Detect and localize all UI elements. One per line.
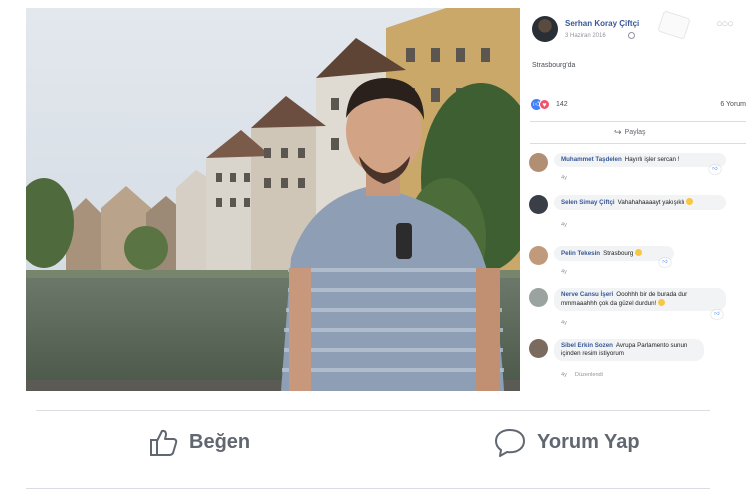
post-header: Serhan Koray Çiftçi 3 Haziran 2016 ○○○	[532, 10, 747, 48]
like-reaction-icon[interactable]: 👍︎	[711, 310, 723, 319]
comment-meta: 4y	[561, 175, 575, 181]
more-options-icon[interactable]: ○○○	[716, 18, 734, 30]
share-label: Paylaş	[624, 129, 646, 136]
comment-author[interactable]: Nerve Cansu İşeri	[561, 291, 613, 298]
like-reaction-icon[interactable]: 👍︎	[659, 258, 671, 267]
globe-icon	[628, 32, 635, 39]
commenter-avatar[interactable]	[529, 288, 548, 307]
post-photo[interactable]	[26, 8, 520, 391]
comment-bubble: Sibel Erkin Sozen Avrupa Parlamento sunun…	[554, 339, 704, 361]
comment-author[interactable]: Selen Simay Çiftçi	[561, 199, 615, 206]
divider	[530, 143, 746, 144]
post-date[interactable]: 3 Haziran 2016	[565, 33, 606, 39]
commenter-avatar[interactable]	[529, 195, 548, 214]
post-side-panel: Serhan Koray Çiftçi 3 Haziran 2016 ○○○ S…	[522, 8, 752, 391]
smile-emoji-icon	[658, 299, 666, 306]
comment-time[interactable]: 4y	[561, 320, 567, 326]
reaction-count[interactable]: 142	[556, 101, 568, 108]
comment-time[interactable]: 4y	[561, 222, 567, 228]
comment-meta: 4y	[561, 320, 575, 326]
comment-time[interactable]: 4y	[561, 269, 567, 275]
comment-author[interactable]: Pelin Tekesin	[561, 250, 600, 257]
divider	[36, 410, 710, 411]
comment-bubble: Muhammet Taşdelen Hayırlı işler sercan !	[554, 153, 726, 167]
like-reaction-icon[interactable]: 👍︎	[709, 165, 721, 174]
comment-bubble: Pelin Tekesin Strasbourg	[554, 246, 674, 261]
comment-edited-label[interactable]: Düzenlendi	[575, 372, 603, 378]
smile-emoji-icon	[635, 249, 643, 256]
comment-label: Yorum Yap	[537, 430, 640, 453]
thumbs-up-icon	[150, 429, 178, 456]
like-button[interactable]: Beğen	[147, 424, 250, 460]
comment-bubble: Nerve Cansu İşeri Ooohhh bir de burada du…	[554, 288, 726, 311]
post-caption: Strasbourg'da	[532, 62, 576, 69]
tag-icon[interactable]	[657, 10, 691, 40]
divider	[26, 488, 710, 489]
comment-text: Hayırlı işler sercan !	[624, 156, 680, 163]
photo-image	[26, 8, 520, 391]
comment-time[interactable]: 4y	[561, 175, 567, 181]
share-arrow-icon: ↪	[614, 127, 622, 137]
divider	[530, 121, 746, 122]
comment-author[interactable]: Muhammet Taşdelen	[561, 156, 622, 163]
comment-bubble: Selen Simay Çiftçi Vahahahaaaayt yakışıkl…	[554, 195, 726, 210]
love-reaction-icon: ♥	[539, 99, 550, 110]
commenter-avatar[interactable]	[529, 339, 548, 358]
reactions-summary[interactable]: 👍︎ ♥ 142 6 Yorum	[531, 98, 746, 112]
author-avatar[interactable]	[532, 16, 558, 42]
comment-meta: 4y	[561, 269, 575, 275]
share-button[interactable]: ↪ Paylaş	[614, 127, 646, 138]
comment-meta: 4y Düzenlendi	[561, 372, 611, 378]
comment-author[interactable]: Sibel Erkin Sozen	[561, 342, 613, 349]
comment-count[interactable]: 6 Yorum	[720, 101, 746, 108]
laughing-emoji-icon	[686, 198, 694, 205]
commenter-avatar[interactable]	[529, 246, 548, 265]
speech-bubble-icon	[495, 429, 525, 457]
comment-text: Vahahahaaaayt yakışıklı	[617, 199, 685, 206]
commenter-avatar[interactable]	[529, 153, 548, 172]
author-name[interactable]: Serhan Koray Çiftçi	[565, 19, 639, 28]
like-label: Beğen	[189, 430, 251, 453]
comment-time[interactable]: 4y	[561, 372, 567, 378]
comment-button[interactable]: Yorum Yap	[493, 424, 640, 460]
comment-meta: 4y	[561, 222, 575, 228]
comment-text: Strasbourg	[603, 250, 634, 257]
